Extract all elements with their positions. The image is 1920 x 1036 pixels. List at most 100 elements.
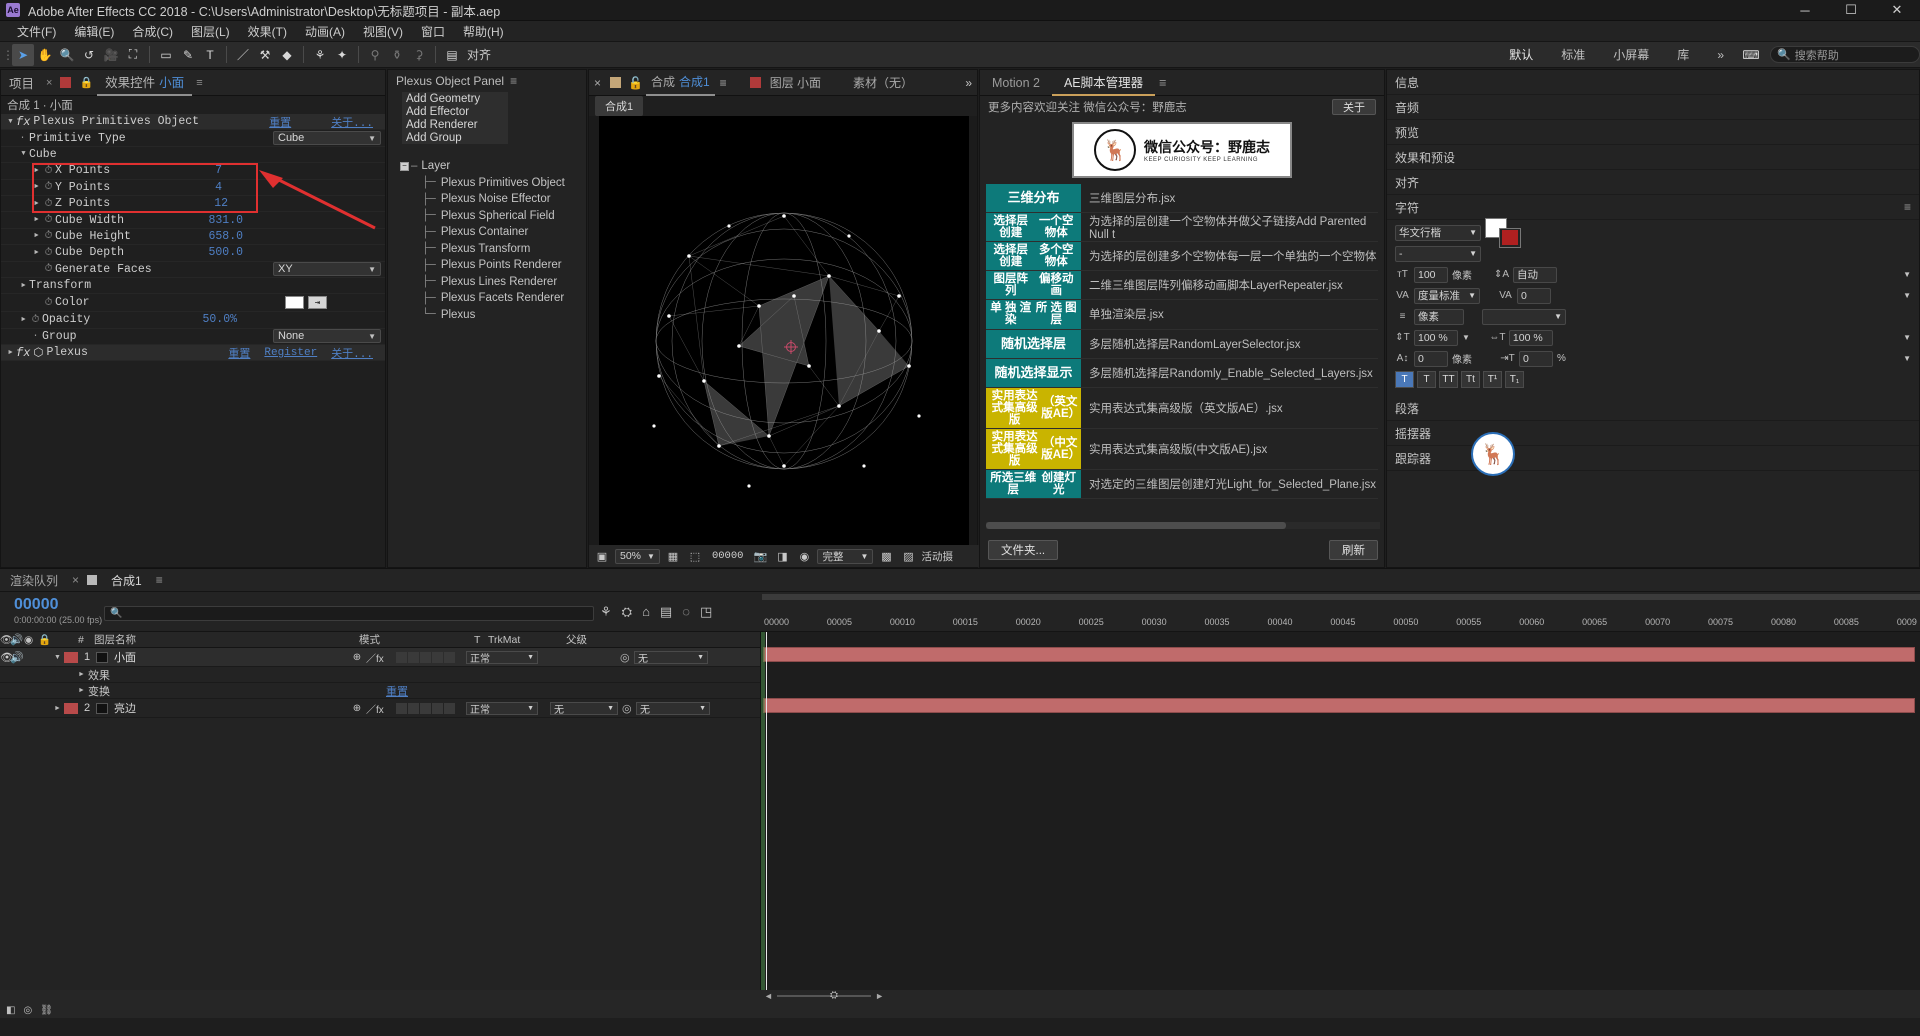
row1-switches[interactable] bbox=[396, 651, 462, 663]
tree-root-layer[interactable]: − – Layer bbox=[400, 158, 586, 175]
menu-item-help[interactable]: 帮助(H) bbox=[454, 21, 513, 42]
layer2-duration-bar[interactable] bbox=[763, 698, 1915, 713]
script-button-4[interactable]: 单 独 渲 染所 选 图 层 bbox=[986, 300, 1081, 329]
folder-button[interactable]: 文件夹... bbox=[988, 540, 1059, 560]
superscript-button[interactable]: T¹ bbox=[1483, 371, 1502, 388]
stopwatch-icon-z[interactable]: ⏱ bbox=[42, 198, 55, 210]
stopwatch-icon-cw[interactable]: ⏱ bbox=[42, 214, 55, 226]
magnification-select[interactable]: 50% ▼ bbox=[615, 548, 660, 564]
register-link[interactable]: Register bbox=[264, 347, 317, 359]
search-help-input[interactable]: 🔍 搜索帮助 bbox=[1770, 46, 1920, 63]
param-row-primitive-type[interactable]: · Primitive Type Cube ▼ bbox=[1, 130, 385, 147]
prop-transform-reset[interactable]: 重置 bbox=[386, 683, 408, 699]
script-button-6[interactable]: 随机选择显示 bbox=[986, 358, 1081, 387]
add-group-button[interactable]: Add Group bbox=[402, 131, 508, 144]
graph-editor-icon[interactable]: ◳ bbox=[700, 604, 712, 620]
script-row[interactable]: 选择层创建 一个空物体 为选择的层创建一个空物体并做父子链接Add Parented… bbox=[986, 213, 1378, 243]
scrollbar-thumb[interactable] bbox=[986, 522, 1286, 529]
puppet-extra-tool-icon[interactable]: ⚳ bbox=[408, 44, 430, 66]
expand-arrow-icon-cube[interactable]: ▼ bbox=[18, 150, 29, 158]
work-area-start-marker[interactable] bbox=[761, 632, 765, 1003]
timeline-graph-area[interactable] bbox=[760, 632, 1920, 1003]
row2-mode-select[interactable]: 正常 ▼ bbox=[466, 701, 538, 716]
motion-blur-icon[interactable]: ◌ bbox=[682, 604, 690, 620]
solo-toggle-icon[interactable]: ◉ bbox=[24, 634, 38, 646]
grid-guides-icon[interactable]: ▦ bbox=[664, 548, 682, 564]
param-row-y-points[interactable]: ► ⏱ Y Points 4 bbox=[1, 180, 385, 196]
param-value-opacity[interactable]: 50.0% bbox=[202, 313, 237, 326]
playhead-marker[interactable] bbox=[766, 632, 767, 1003]
param-group-transform[interactable]: ► Transform bbox=[1, 278, 385, 295]
work-area-track[interactable] bbox=[762, 594, 1920, 600]
param-value-cube-height[interactable]: 658.0 bbox=[208, 230, 243, 243]
type-tool-icon[interactable]: T bbox=[199, 44, 221, 66]
tab-comp1[interactable]: 合成1 bbox=[101, 569, 152, 592]
tree-item-container[interactable]: ├─ Plexus Container bbox=[400, 224, 586, 241]
pen-tool-icon[interactable]: ✎ bbox=[177, 44, 199, 66]
tab-effect-controls[interactable]: 效果控件 bbox=[97, 70, 158, 96]
effect-header-plexus-primitives[interactable]: ▼ fx Plexus Primitives Object 重置 关于... bbox=[1, 114, 385, 131]
frame-blending-icon[interactable]: ▤ bbox=[660, 604, 672, 620]
param-row-cube-width[interactable]: ► ⏱ Cube Width 831.0 bbox=[1, 212, 385, 229]
clone-stamp-tool-icon[interactable]: ⚒ bbox=[254, 44, 276, 66]
comp-lock-icon[interactable]: 🔓 bbox=[625, 70, 646, 96]
param-value-cube-width[interactable]: 831.0 bbox=[208, 214, 243, 227]
primitive-type-select[interactable]: Cube ▼ bbox=[273, 131, 381, 146]
row1-video-icon[interactable]: 👁 bbox=[0, 651, 14, 664]
row1-mode-select[interactable]: 正常 ▼ bbox=[466, 650, 538, 665]
tab-composition[interactable]: 合成 bbox=[645, 70, 677, 96]
about-button[interactable]: 关于 bbox=[1332, 99, 1376, 115]
fit-to-window-icon[interactable]: ▣ bbox=[593, 548, 611, 564]
script-button-2[interactable]: 选择层创建 多个空物体 bbox=[986, 242, 1081, 271]
stroke-width-input[interactable]: 像素 bbox=[1414, 308, 1464, 325]
frame-render-time-icon[interactable]: ◎ bbox=[23, 1005, 32, 1016]
row2-expand-icon[interactable]: ► bbox=[54, 705, 64, 712]
toggle-switches-modes-icon[interactable]: ◧ bbox=[6, 1005, 15, 1016]
panel-audio[interactable]: 音频 bbox=[1387, 95, 1919, 120]
script-row[interactable]: 实用表达式集高级版 （中文版AE） 实用表达式集高级版(中文版AE).jsx bbox=[986, 428, 1378, 470]
menu-item-edit[interactable]: 编辑(E) bbox=[65, 21, 123, 42]
add-geometry-button[interactable]: Add Geometry bbox=[402, 92, 508, 105]
tree-item-transform[interactable]: ├─ Plexus Transform bbox=[400, 241, 586, 258]
zoom-in-icon[interactable]: ► bbox=[875, 991, 884, 1001]
param-value-cube-depth[interactable]: 500.0 bbox=[208, 246, 243, 259]
channel-select-icon[interactable]: ◉ bbox=[795, 548, 813, 564]
tab-ae-script-manager[interactable]: AE脚本管理器 bbox=[1051, 70, 1156, 96]
lock-toggle-icon[interactable]: 🔒 bbox=[38, 633, 54, 646]
script-manager-menu-icon[interactable]: ≡ bbox=[1155, 70, 1178, 96]
composition-viewport[interactable] bbox=[599, 116, 969, 559]
param-row-x-points[interactable]: ► ⏱ X Points 7 bbox=[1, 163, 385, 180]
row1-parent-select[interactable]: 无 ▼ bbox=[634, 650, 708, 665]
zoom-out-icon[interactable]: ◄ bbox=[764, 991, 773, 1001]
row1-layer-name[interactable]: 小面 bbox=[108, 649, 348, 665]
expand-arrow-icon-ch[interactable]: ► bbox=[31, 232, 42, 240]
menu-item-view[interactable]: 视图(V) bbox=[354, 21, 412, 42]
align-left-icon[interactable]: ▤ bbox=[441, 44, 463, 66]
script-button-8[interactable]: 实用表达式集高级版 （中文版AE） bbox=[986, 428, 1081, 469]
workspace-library[interactable]: 库 bbox=[1663, 42, 1703, 68]
baseline-shift-input[interactable]: 0 bbox=[1414, 350, 1448, 367]
keyboard-icon[interactable]: ⌨ bbox=[1738, 44, 1764, 66]
close-comp-tab-icon[interactable]: × bbox=[589, 70, 606, 96]
panel-info[interactable]: 信息 bbox=[1387, 70, 1919, 95]
row2-fx-icon[interactable]: ／fx bbox=[366, 701, 396, 716]
generate-faces-select[interactable]: XY ▼ bbox=[273, 262, 381, 277]
zoom-track[interactable] bbox=[776, 994, 872, 997]
kerning-select[interactable]: 度量标准 ▼ bbox=[1414, 287, 1480, 304]
camera-tool-icon[interactable]: 🎥 bbox=[100, 44, 122, 66]
workspace-standard[interactable]: 标准 bbox=[1547, 42, 1599, 68]
row1-label-color[interactable] bbox=[64, 651, 78, 663]
row2-layer-name[interactable]: 亮边 bbox=[108, 700, 348, 716]
faux-italic-button[interactable]: T bbox=[1417, 371, 1436, 388]
tree-item-lines-renderer[interactable]: ├─ Plexus Lines Renderer bbox=[400, 274, 586, 291]
script-list[interactable]: 三维分布 三维图层分布.jsx 选择层创建 一个空物体 为选择的层创建一个空物体并做父子… bbox=[986, 184, 1378, 544]
eraser-tool-icon[interactable]: ◆ bbox=[276, 44, 298, 66]
panel-wiggler[interactable]: 摇摆器 bbox=[1387, 421, 1919, 446]
tab-layer-panel[interactable]: 图层 小面 bbox=[765, 70, 826, 96]
script-row[interactable]: 选择层创建 多个空物体 为选择的层创建多个空物体每一层一个单独的一个空物体 bbox=[986, 242, 1378, 272]
panel-tracker[interactable]: 跟踪器 🦌 bbox=[1387, 432, 1919, 476]
stopwatch-icon-gf[interactable]: ⏱ bbox=[42, 263, 55, 275]
eyedropper-icon[interactable]: ⇥ bbox=[308, 296, 327, 310]
script-row[interactable]: 三维分布 三维图层分布.jsx bbox=[986, 184, 1378, 213]
menu-item-file[interactable]: 文件(F) bbox=[8, 21, 65, 42]
